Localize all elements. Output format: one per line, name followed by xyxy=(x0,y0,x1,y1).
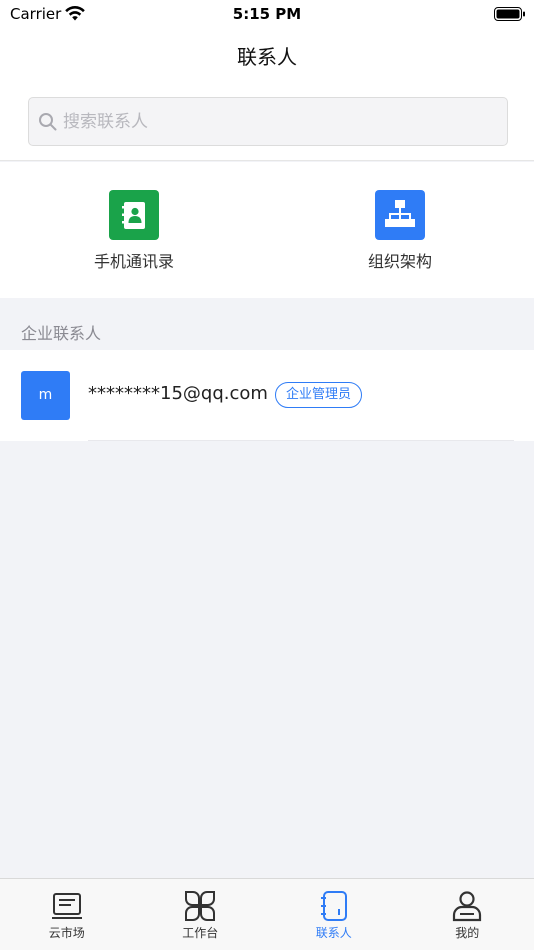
status-bar: Carrier 5:15 PM xyxy=(0,0,534,30)
tab-label: 工作台 xyxy=(182,926,219,940)
role-badge: 企业管理员 xyxy=(275,382,363,408)
tab-label: 联系人 xyxy=(315,926,352,940)
shortcut-grid: 手机通讯录 组织架构 xyxy=(0,162,534,298)
search-input[interactable] xyxy=(63,108,483,136)
divider xyxy=(88,440,514,441)
page-title: 联系人 xyxy=(237,45,297,69)
tab-label: 我的 xyxy=(455,926,480,940)
contacts-page: Carrier 5:15 PM 联系人 搜索联系人 手机通讯录 组织架构 企业联… xyxy=(0,0,534,950)
workbench-icon xyxy=(185,891,216,921)
org-chart-icon xyxy=(375,190,425,240)
tab-bar: 云市场 工作台 联系人 我的 xyxy=(0,878,534,950)
tab-workbench[interactable]: 工作台 xyxy=(134,879,268,950)
contacts-icon xyxy=(320,891,347,921)
contact-row[interactable]: m ********15@qq.com 企业管理员 xyxy=(0,350,534,441)
shortcut-label: 手机通讯录 xyxy=(93,252,174,271)
tab-contacts[interactable]: 联系人 xyxy=(267,879,401,950)
market-icon xyxy=(51,893,82,919)
search-icon xyxy=(39,113,57,131)
navigation-bar: 联系人 xyxy=(0,30,534,78)
contact-list: m ********15@qq.com 企业管理员 xyxy=(0,350,534,441)
search-area xyxy=(0,78,534,161)
shortcut-label: 组织架构 xyxy=(367,252,432,271)
tab-label: 云市场 xyxy=(48,926,85,940)
avatar: m xyxy=(21,371,70,420)
tab-profile[interactable]: 我的 xyxy=(401,879,534,950)
org-structure-shortcut[interactable]: 组织架构 xyxy=(310,190,490,280)
search-box[interactable] xyxy=(28,97,508,146)
phone-contacts-shortcut[interactable]: 手机通讯录 xyxy=(44,190,224,280)
profile-icon xyxy=(453,891,482,922)
tab-market[interactable]: 云市场 xyxy=(0,879,134,950)
section-title: 企业联系人 xyxy=(21,324,102,343)
contact-name: ********15@qq.com xyxy=(88,383,268,404)
clock: 5:15 PM xyxy=(232,5,302,23)
address-book-icon xyxy=(109,190,159,240)
battery-icon xyxy=(494,7,525,21)
section-header: 企业联系人 xyxy=(0,298,534,350)
